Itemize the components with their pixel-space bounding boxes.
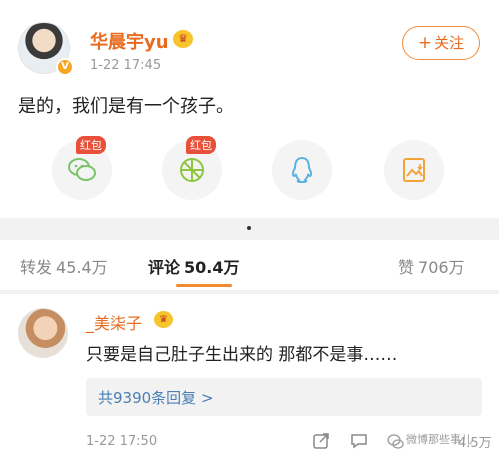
vip-crown-icon: ♛ — [154, 311, 173, 328]
tab-comments[interactable]: 评论 50.4万 — [148, 254, 240, 278]
share-icon[interactable] — [312, 432, 330, 450]
commenter-avatar[interactable] — [18, 308, 68, 358]
tab-likes-count: 706万 — [418, 258, 465, 277]
vip-crown-icon: ♛ — [173, 30, 193, 48]
moments-icon — [180, 158, 204, 182]
wechat-icon — [68, 158, 96, 181]
save-image-button[interactable] — [384, 140, 444, 200]
verified-badge-icon: V — [56, 58, 74, 76]
plus-icon: + — [417, 33, 433, 53]
wechat-logo-icon — [387, 434, 404, 449]
comment-item: _美柒子 ♛ 只要是自己肚子生出来的 那都不是事…… 共9390条回复 > 1-… — [0, 294, 499, 468]
replies-label: 共9390条回复 > — [98, 389, 214, 407]
redpack-badge: 红包 — [186, 136, 216, 154]
share-row: 红包 红包 — [0, 136, 499, 210]
follow-label: 关注 — [434, 34, 465, 52]
tab-repost-count: 45.4万 — [56, 258, 108, 277]
page-indicator-dot — [247, 226, 251, 230]
comment-timestamp: 1-22 17:50 — [86, 434, 158, 449]
post-text: 是的，我们是有一个孩子。 — [18, 96, 234, 117]
follow-button[interactable]: + 关注 — [402, 26, 480, 60]
tab-likes[interactable]: 赞 706万 — [398, 254, 465, 278]
tab-repost[interactable]: 转发 45.4万 — [20, 254, 108, 278]
poster-username[interactable]: 华晨宇yu — [90, 28, 169, 54]
view-replies-button[interactable]: 共9390条回复 > — [86, 378, 482, 416]
share-moments-button[interactable]: 红包 — [162, 136, 222, 200]
qq-icon — [291, 156, 313, 184]
post-card: V 华晨宇yu ♛ 1-22 17:45 + 关注 是的，我们是有一个孩子。 红包… — [0, 0, 499, 218]
share-wechat-button[interactable]: 红包 — [52, 136, 112, 200]
comment-text: 只要是自己肚子生出来的 那都不是事…… — [86, 345, 398, 365]
post-timestamp: 1-22 17:45 — [90, 58, 162, 73]
tab-comments-count: 50.4万 — [184, 258, 240, 277]
save-image-icon — [403, 158, 425, 182]
active-tab-indicator — [176, 284, 232, 287]
share-qq-button[interactable] — [272, 140, 332, 200]
tab-repost-label: 转发 — [20, 258, 53, 277]
commenter-username[interactable]: _美柒子 — [86, 310, 142, 334]
redpack-badge: 红包 — [76, 136, 106, 154]
tab-comments-label: 评论 — [148, 258, 181, 277]
comment-like-count[interactable]: 4.5万 — [458, 432, 492, 451]
tab-likes-label: 赞 — [398, 258, 415, 277]
interaction-tabs: 转发 45.4万 评论 50.4万 赞 706万 — [0, 240, 499, 290]
reply-icon[interactable] — [350, 432, 368, 450]
